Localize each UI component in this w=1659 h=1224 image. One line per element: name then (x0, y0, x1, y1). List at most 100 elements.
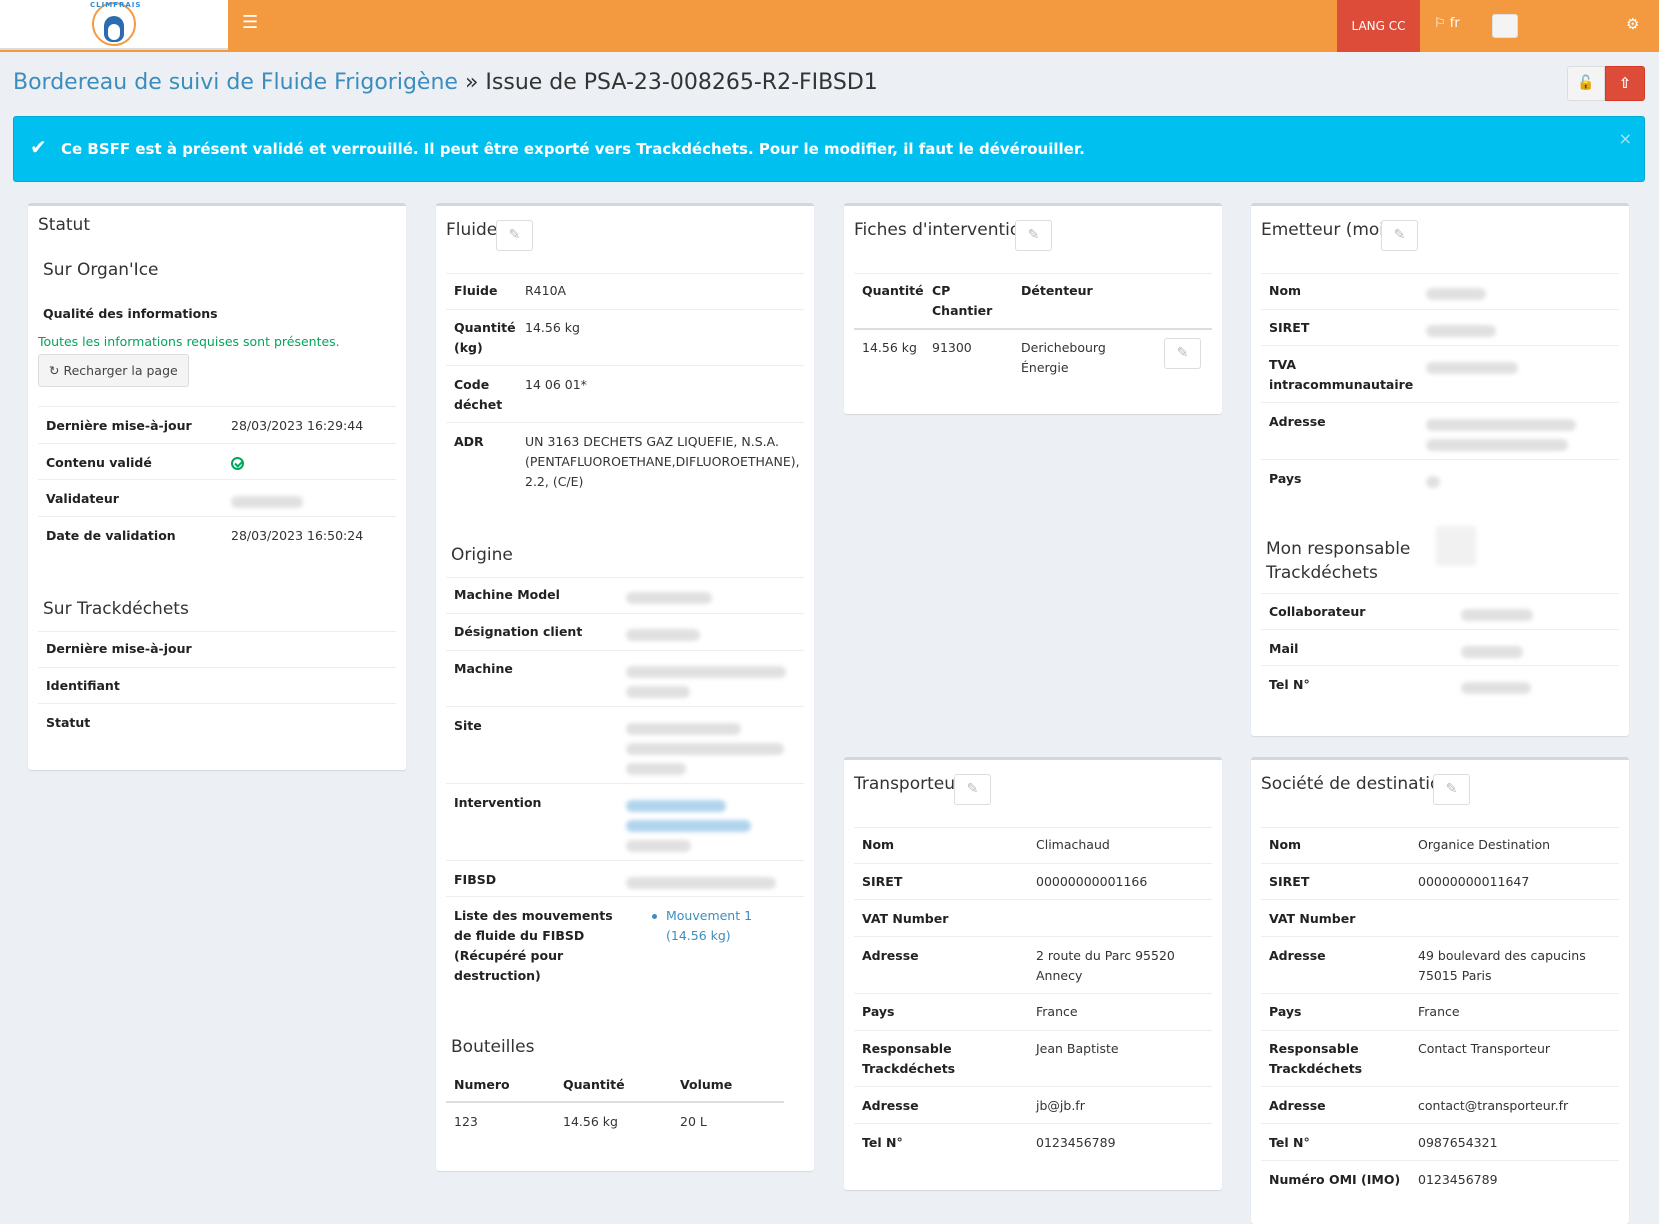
row-label: Validateur (46, 491, 119, 506)
edit-button[interactable]: ✎ (1381, 220, 1418, 251)
column-header: Quantité (862, 283, 924, 298)
redacted-value (1426, 419, 1576, 431)
edit-row-button[interactable]: ✎ (1164, 338, 1201, 369)
redacted-value (626, 666, 786, 678)
divider (38, 667, 396, 668)
redacted-link[interactable] (626, 820, 751, 832)
row-label: Statut (46, 715, 91, 730)
responsable-section-title: Mon responsable Trackdéchets (1266, 539, 1411, 583)
fluide-box: Fluide ✎ Fluide R410A Quantité (kg) 14.5… (436, 203, 814, 1171)
table-cell: Derichebourg Énergie (1021, 340, 1106, 375)
row-label: TVA intracommunautaire (1269, 357, 1414, 392)
divider (1261, 629, 1619, 630)
row-label: Fluide (454, 283, 498, 298)
gears-icon[interactable]: ⚙ (1626, 15, 1639, 33)
divider (1261, 593, 1619, 594)
column-header: Volume (680, 1077, 733, 1092)
export-button[interactable]: ⇧ (1605, 66, 1645, 101)
row-label: Nom (1269, 283, 1302, 298)
emetteur-box: Emetteur (moi) ✎ Nom SIRET TVA intracomm… (1251, 203, 1629, 736)
divider (38, 479, 396, 480)
divider (1261, 1086, 1619, 1087)
column-header: Quantité (563, 1077, 625, 1092)
table-cell: 91300 (932, 340, 972, 355)
table-cell: 123 (454, 1114, 478, 1129)
box-title: Société de destination (1261, 774, 1452, 794)
redacted-value (231, 496, 303, 508)
column-header: Détenteur (1021, 283, 1093, 298)
divider (446, 273, 804, 274)
quality-message: Toutes les informations requises sont pr… (38, 334, 340, 349)
row-label: Adresse (862, 948, 919, 963)
bouteilles-section-title: Bouteilles (451, 1037, 535, 1057)
pencil-icon: ✎ (1027, 227, 1040, 243)
check-icon: ✔ (30, 135, 47, 159)
language-selector[interactable]: ⚐ fr (1434, 16, 1460, 31)
row-label: Responsable Trackdéchets (862, 1041, 956, 1076)
divider (38, 406, 396, 407)
row-label: Identifiant (46, 678, 120, 693)
row-label: Mail (1269, 641, 1299, 656)
edit-button[interactable]: ✎ (1433, 774, 1470, 805)
divider (446, 613, 804, 614)
redacted-value (626, 629, 700, 641)
reload-button[interactable]: ↻ Recharger la page (38, 354, 189, 387)
row-value: 28/03/2023 16:29:44 (231, 418, 364, 433)
divider (854, 993, 1212, 994)
box-title: Emetteur (moi) (1261, 220, 1391, 240)
row-label: Nom (862, 837, 895, 852)
organice-section-title: Sur Organ'Ice (43, 260, 159, 280)
divider (446, 422, 804, 423)
box-title: Transporteur (854, 774, 962, 794)
quality-label: Qualité des informations (43, 306, 218, 321)
divider (854, 899, 1212, 900)
redacted-value (1461, 609, 1533, 621)
page-title: Bordereau de suivi de Fluide Frigorigène… (13, 70, 878, 95)
redacted-value (626, 686, 690, 698)
row-label: Tel N° (1269, 1135, 1310, 1150)
row-value: 0987654321 (1418, 1135, 1498, 1150)
hamburger-icon[interactable]: ☰ (242, 12, 258, 33)
row-label: Quantité (kg) (454, 320, 516, 355)
list-bullet (652, 914, 657, 919)
redacted-value (1426, 439, 1568, 451)
divider (1261, 1030, 1619, 1031)
statut-box: Statut Sur Organ'Ice Qualité des informa… (28, 203, 406, 770)
logo-text: CLIMFRAIS (90, 1, 142, 9)
row-value: Jean Baptiste (1036, 1041, 1119, 1056)
row-value: 14.56 kg (525, 320, 580, 335)
redacted-link[interactable] (626, 800, 726, 812)
close-icon[interactable]: × (1619, 129, 1632, 148)
divider (446, 577, 804, 578)
row-value: jb@jb.fr (1036, 1098, 1085, 1113)
movement-link[interactable]: Mouvement 1 (14.56 kg) (666, 906, 796, 946)
divider (1261, 863, 1619, 864)
divider (1261, 402, 1619, 403)
row-value: 49 boulevard des capucins 75015 Paris (1418, 948, 1586, 983)
edit-button[interactable]: ✎ (954, 774, 991, 805)
row-label: SIRET (1269, 320, 1310, 335)
table-cell: 20 L (680, 1114, 707, 1129)
column-header: Numero (454, 1077, 510, 1092)
row-label: Machine Model (454, 587, 560, 602)
lang-cc-button[interactable]: LANG CC (1337, 0, 1420, 52)
user-avatar[interactable] (1492, 14, 1518, 38)
divider (1261, 993, 1619, 994)
divider (1261, 459, 1619, 460)
row-label: Adresse (1269, 948, 1326, 963)
edit-button[interactable]: ✎ (496, 220, 533, 251)
divider (1261, 899, 1619, 900)
transporteur-box: Transporteur ✎ Nom Climachaud SIRET 0000… (844, 757, 1222, 1190)
row-label: Désignation client (454, 624, 583, 639)
row-label: Machine (454, 661, 513, 676)
logo[interactable]: CLIMFRAIS (0, 0, 228, 50)
upload-icon: ⇧ (1618, 74, 1632, 92)
redacted-value (626, 840, 691, 852)
breadcrumb-link[interactable]: Bordereau de suivi de Fluide Frigorigène (13, 70, 458, 95)
row-value: UN 3163 DECHETS GAZ LIQUEFIE, N.S.A. (PE… (525, 434, 800, 489)
row-label: FIBSD (454, 872, 497, 887)
edit-button[interactable]: ✎ (1015, 220, 1052, 251)
unlock-button[interactable]: 🔓 (1567, 66, 1605, 101)
pencil-icon: ✎ (1445, 781, 1458, 797)
row-value: France (1036, 1004, 1078, 1019)
